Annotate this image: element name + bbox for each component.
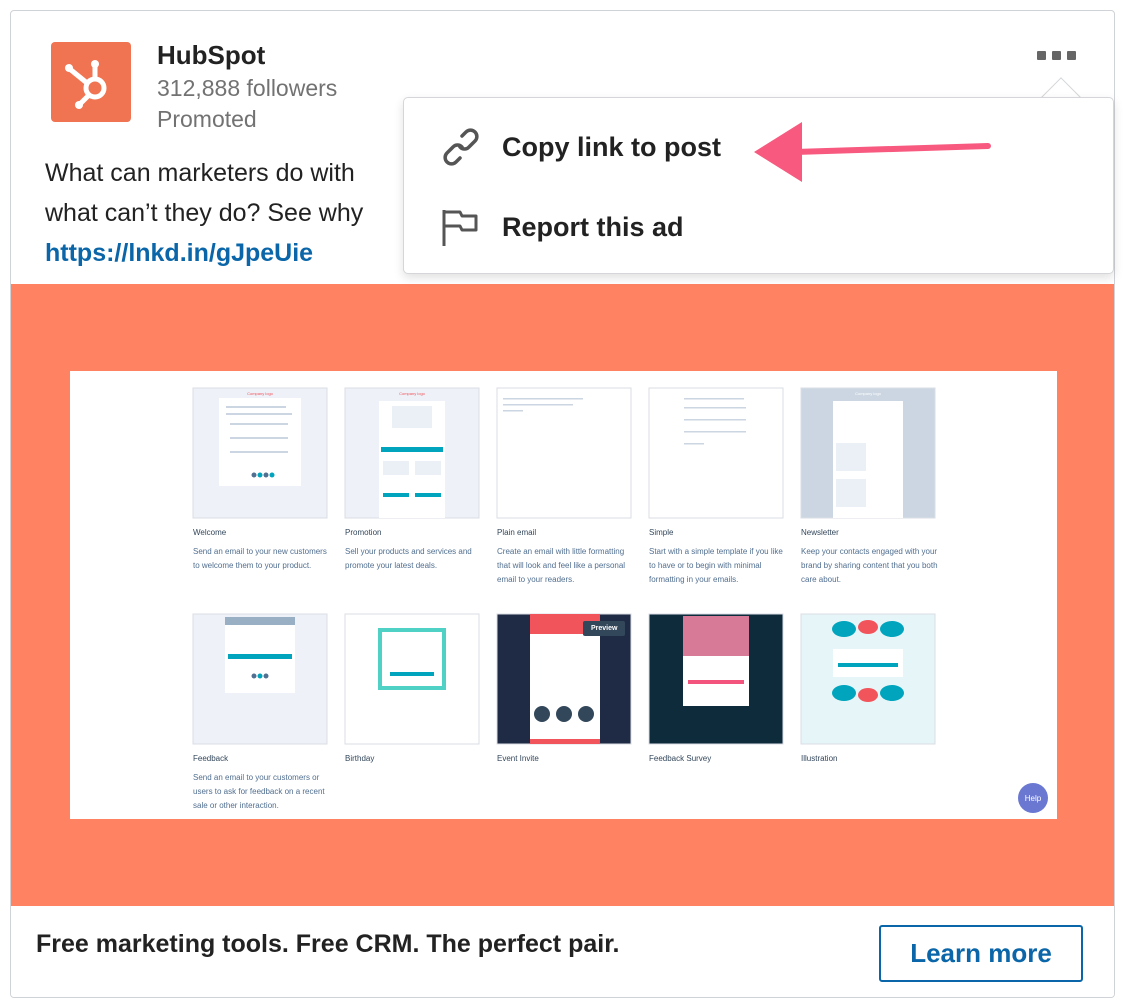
template-title: Feedback [193, 754, 229, 763]
help-button[interactable]: Help [1018, 783, 1048, 813]
template-desc: Keep your contacts engaged with your bra… [801, 547, 938, 584]
template-title: Newsletter [801, 528, 839, 537]
promoted-label: Promoted [157, 106, 257, 132]
menu-item-report-ad[interactable]: Report this ad [404, 188, 1115, 268]
template-desc: Send an email to your new customers to w… [193, 547, 327, 570]
template-desc: Send an email to your customers or users… [193, 773, 325, 810]
svg-text:Company logo: Company logo [247, 391, 274, 396]
template-desc: Create an email with little formatting t… [497, 547, 626, 584]
ad-image[interactable]: Company logo Company logo Company logo P… [11, 284, 1114, 906]
template-title: Illustration [801, 754, 838, 763]
more-options-icon[interactable] [1037, 45, 1083, 65]
annotation-arrow [754, 122, 991, 182]
preview-button[interactable]: Preview [583, 621, 626, 636]
ad-footer: Free marketing tools. Free CRM. The perf… [11, 906, 1114, 997]
template-title: Feedback Survey [649, 754, 712, 763]
template-title: Birthday [345, 754, 375, 763]
templates-screenshot: Company logo Company logo Company logo P… [70, 371, 1057, 819]
follower-count: 312,888 followers [157, 75, 338, 101]
link-icon [443, 128, 479, 166]
template-title: Welcome [193, 528, 227, 537]
menu-item-label: Report this ad [502, 212, 684, 242]
company-name[interactable]: HubSpot [157, 40, 265, 71]
hubspot-logo[interactable] [51, 42, 131, 122]
template-desc: Start with a simple template if you like… [649, 547, 783, 584]
flag-icon [442, 210, 478, 246]
ad-headline[interactable]: Free marketing tools. Free CRM. The perf… [36, 930, 619, 959]
template-title: Simple [649, 528, 674, 537]
template-desc: Sell your products and services and prom… [345, 547, 472, 570]
template-title: Plain email [497, 528, 537, 537]
template-thumbnails: Company logo Company logo Company logo [192, 387, 936, 745]
menu-item-label: Copy link to post [502, 132, 721, 162]
svg-text:Company logo: Company logo [855, 391, 882, 396]
post-link[interactable]: https://lnkd.in/gJpeUie [45, 239, 313, 267]
learn-more-button[interactable]: Learn more [879, 925, 1083, 982]
template-title: Event Invite [497, 754, 539, 763]
template-title: Promotion [345, 528, 382, 537]
svg-text:Company logo: Company logo [399, 391, 426, 396]
